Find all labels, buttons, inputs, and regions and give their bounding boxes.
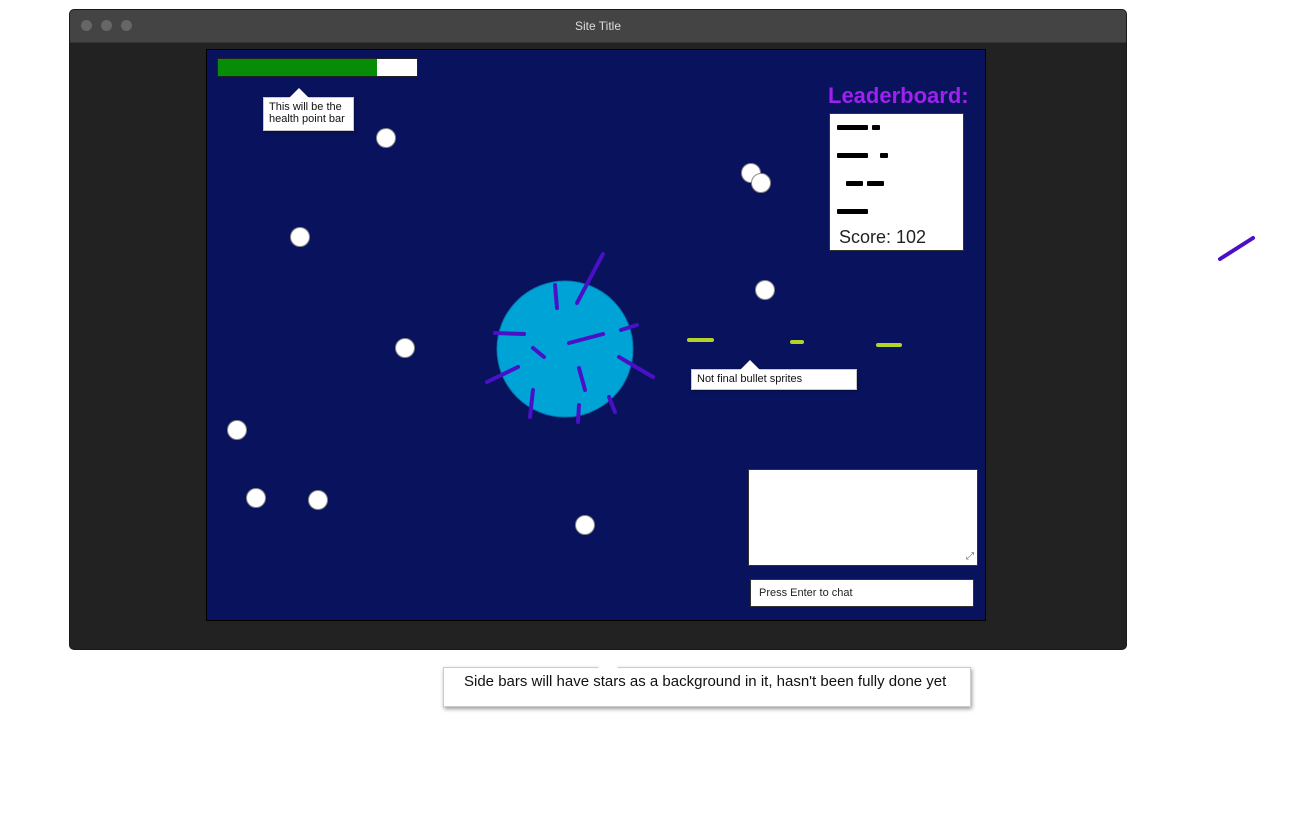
spike [607,395,617,414]
bullets [687,338,902,347]
leaderboard-entry-name-placeholder [837,125,868,130]
chat-input[interactable] [750,579,974,607]
callout-arrow [740,360,760,370]
leaderboard-entry-score-placeholder [872,125,880,130]
window-title: Site Title [574,19,622,33]
player-body [496,280,634,418]
spike [1218,236,1255,261]
sidebar-note-text: Side bars will have stars as a backgroun… [464,673,947,690]
leaderboard-entry-name-placeholder [846,181,863,186]
leaderboard-entry-score-placeholder [880,153,888,158]
sidebar-annotation: Side bars will have stars as a backgroun… [443,658,971,707]
leaderboard-entry-score-placeholder [867,181,884,186]
bullet-annotation: Not final bullet sprites [691,360,857,390]
leaderboard-entry-name-placeholder [837,209,868,214]
browser-window: Site Title This will be the health point… [70,10,1126,649]
spike [576,403,581,424]
leaderboard-panel: Score: 102 [829,113,964,251]
leaderboard-entry-name-placeholder [837,153,868,158]
game-canvas[interactable]: This will be the health point bar Not fi… [206,49,986,621]
stray-spike [1218,236,1255,261]
leaderboard-title: Leaderboard: [828,83,969,108]
callout-arrow [598,658,618,668]
window-titlebar: Site Title [70,10,1126,43]
resize-grip-icon[interactable]: ⤢ [966,551,974,562]
spike [493,331,526,336]
spike [553,283,559,310]
bullet-note-text: Not final bullet sprites [697,373,803,385]
chat-log[interactable]: ⤢ [748,469,978,566]
player-score: Score: 102 [839,227,927,247]
